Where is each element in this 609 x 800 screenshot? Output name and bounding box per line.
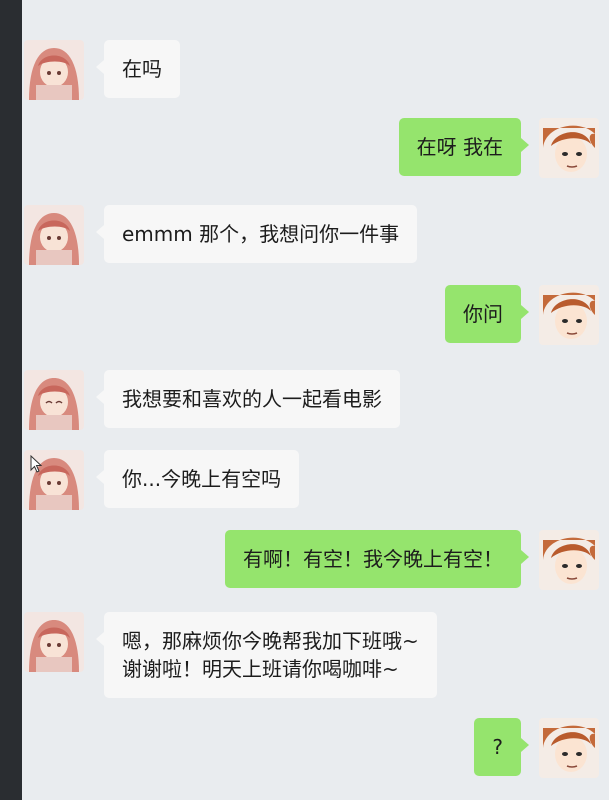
message-row-received: emmm 那个，我想问你一件事 (24, 205, 418, 265)
message-text: 你问 (463, 302, 503, 326)
message-row-sent: 有啊！有空！我今晚上有空！ (225, 530, 599, 590)
anime-boy-avatar-icon[interactable] (539, 118, 599, 178)
message-row-sent: 你问 (445, 285, 599, 345)
message-row-received: 在吗 (24, 40, 180, 100)
message-row-received: 你...今晚上有空吗 (24, 450, 300, 510)
message-bubble: 在吗 (96, 40, 180, 98)
message-bubble: 我想要和喜欢的人一起看电影 (96, 370, 400, 428)
message-bubble: 你问 (445, 285, 529, 343)
message-row-sent: ? (474, 718, 599, 778)
message-row-received: 我想要和喜欢的人一起看电影 (24, 370, 400, 430)
message-text: 在呀 我在 (416, 135, 503, 159)
message-text: emmm 那个，我想问你一件事 (122, 222, 400, 246)
anime-girl-avatar-icon[interactable] (24, 205, 84, 265)
message-bubble: 有啊！有空！我今晚上有空！ (225, 530, 529, 588)
message-text: ? (492, 735, 503, 759)
message-bubble: 你...今晚上有空吗 (95, 450, 300, 508)
message-text: 在吗 (122, 57, 162, 81)
message-row-sent: 在呀 我在 (398, 118, 599, 178)
anime-girl-avatar-icon[interactable] (24, 370, 84, 430)
anime-boy-avatar-icon[interactable] (539, 530, 599, 590)
message-bubble: 在呀 我在 (398, 118, 530, 176)
message-text-line-1: 嗯，那麻烦你今晚帮我加下班哦~ (122, 629, 419, 653)
message-row-received: 嗯，那麻烦你今晚帮我加下班哦~ 谢谢啦！明天上班请你喝咖啡~ (24, 612, 437, 698)
anime-girl-avatar-icon[interactable] (24, 612, 84, 672)
message-text: 有啊！有空！我今晚上有空！ (243, 547, 503, 571)
message-text-line-2: 谢谢啦！明天上班请你喝咖啡~ (122, 657, 399, 681)
anime-boy-avatar-icon[interactable] (539, 718, 599, 778)
message-bubble: 嗯，那麻烦你今晚帮我加下班哦~ 谢谢啦！明天上班请你喝咖啡~ (96, 612, 437, 698)
message-bubble: emmm 那个，我想问你一件事 (95, 205, 418, 263)
anime-girl-avatar-icon[interactable] (24, 40, 84, 100)
message-text: 我想要和喜欢的人一起看电影 (122, 387, 382, 411)
mouse-cursor-icon (30, 455, 42, 473)
chat-screen: 在吗 在呀 我在 emmm 那个，我想问你一件事 你问 我想要和喜欢的人一起看电… (22, 0, 609, 800)
message-bubble: ? (474, 718, 529, 776)
anime-boy-avatar-icon[interactable] (539, 285, 599, 345)
message-text: 你...今晚上有空吗 (122, 467, 282, 491)
